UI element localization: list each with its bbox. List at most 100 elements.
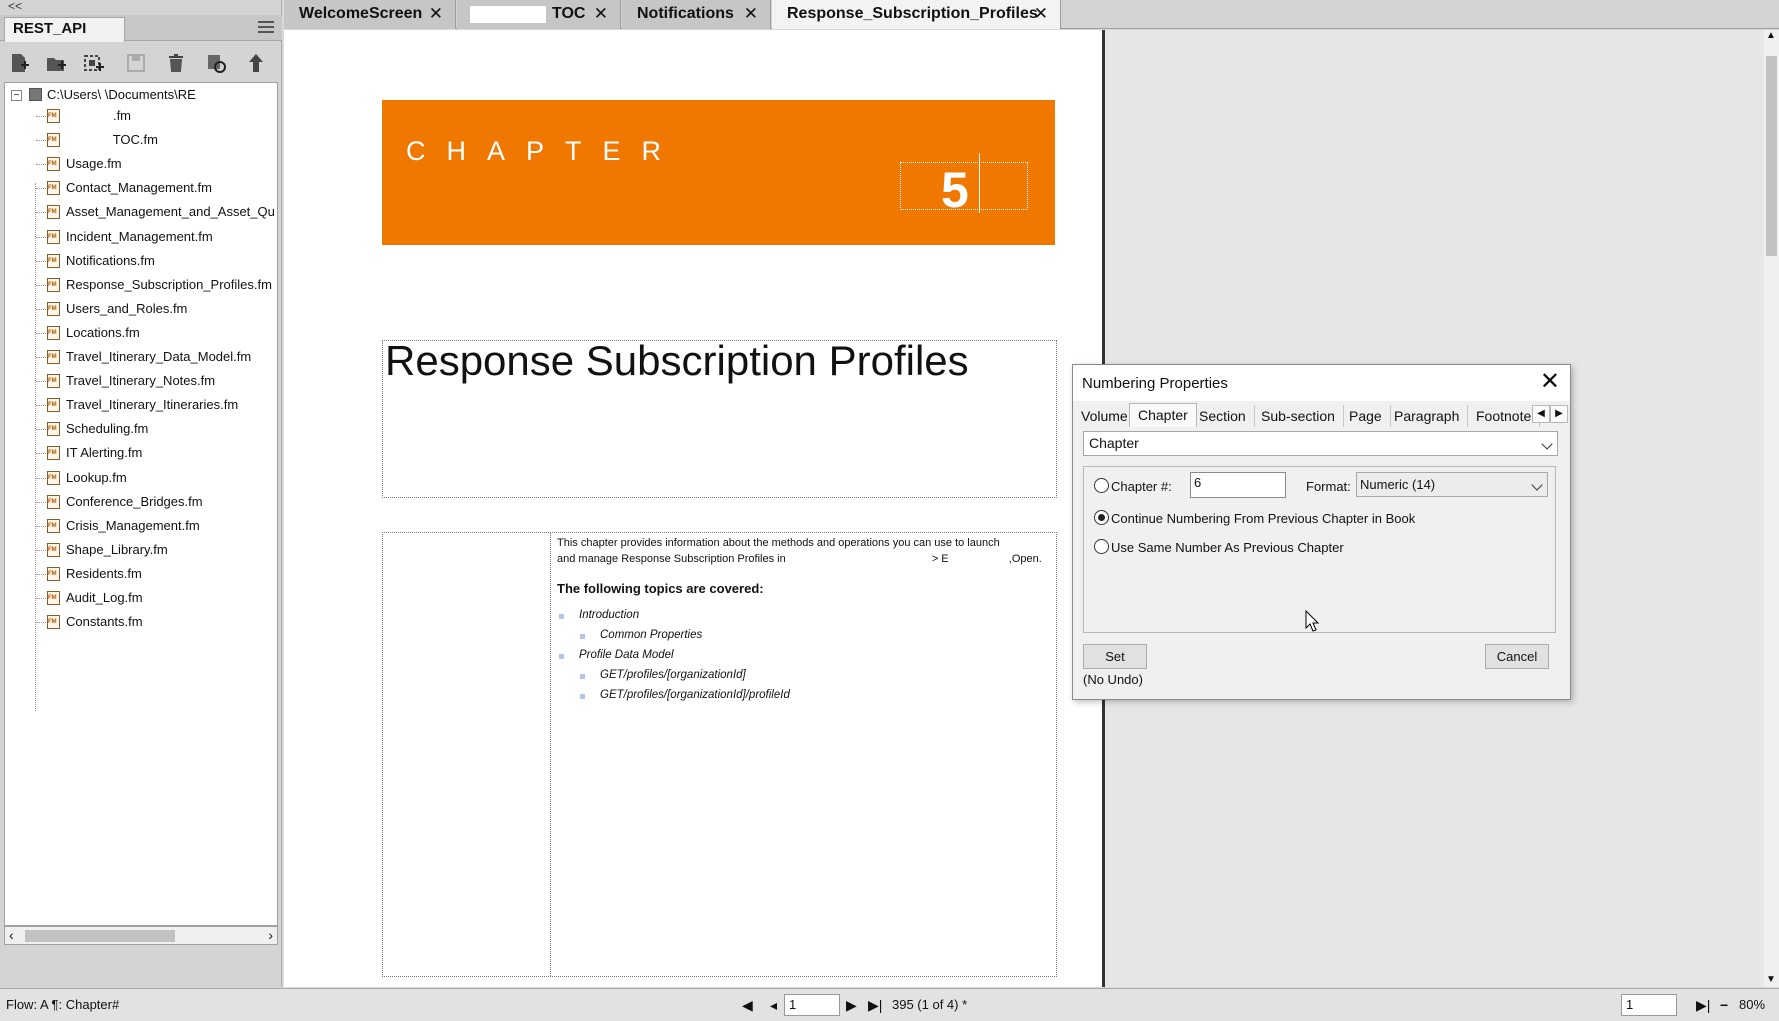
radio-chapter-number[interactable] xyxy=(1094,478,1109,493)
fm-file-icon xyxy=(47,470,60,485)
zoom-level[interactable]: 80% xyxy=(1739,997,1765,1012)
tab-volume[interactable]: Volume xyxy=(1073,405,1137,427)
tab-section[interactable]: Section xyxy=(1191,405,1255,427)
chapter-options-group: Chapter #: 6 Format: Numeric (14) Contin… xyxy=(1083,466,1556,633)
tab-sub-section[interactable]: Sub-section xyxy=(1253,405,1344,427)
book-icon xyxy=(29,88,42,101)
save-icon[interactable] xyxy=(123,50,149,76)
tree-item[interactable]: Residents.fm xyxy=(5,563,277,585)
tree-item[interactable]: Travel_Itinerary_Data_Model.fm xyxy=(5,346,277,368)
tree-item[interactable]: Response_Subscription_Profiles.fm xyxy=(5,274,277,296)
chapter-banner: CHAPTER 5 xyxy=(382,100,1055,245)
document-page[interactable]: CHAPTER 5 Response Subscription Profiles… xyxy=(284,30,1105,987)
tree-item[interactable]: Travel_Itinerary_Itineraries.fm xyxy=(5,394,277,416)
previous-page-icon[interactable]: ◂ xyxy=(770,997,777,1014)
chapter-number-frame[interactable]: 5 xyxy=(900,153,1028,215)
tree-item-label: Usage.fm xyxy=(66,156,122,172)
tree-item[interactable]: IT Alerting.fm xyxy=(5,442,277,464)
close-icon[interactable]: ✕ xyxy=(1540,369,1560,395)
zoom-page-input[interactable]: 1 xyxy=(1621,994,1677,1016)
update-book-icon[interactable] xyxy=(203,50,229,76)
move-up-icon[interactable] xyxy=(243,50,269,76)
tree-item[interactable]: Conference_Bridges.fm xyxy=(5,491,277,513)
tree-item[interactable]: Lookup.fm xyxy=(5,467,277,489)
tree-item[interactable]: Usage.fm xyxy=(5,153,277,175)
tree-item[interactable]: Shape_Library.fm xyxy=(5,539,277,561)
scroll-down-icon[interactable]: ▼ xyxy=(1766,974,1776,985)
cancel-button[interactable]: Cancel xyxy=(1485,644,1549,669)
first-page-icon[interactable]: ◀​ xyxy=(742,997,753,1014)
scroll-up-icon[interactable]: ▲ xyxy=(1766,30,1776,41)
fit-page-icon[interactable]: ▶| xyxy=(1696,997,1710,1014)
tree-item-label: Travel_Itinerary_Data_Model.fm xyxy=(66,349,252,364)
scroll-thumb[interactable] xyxy=(1766,56,1777,256)
tree-item[interactable]: Notifications.fm xyxy=(5,250,277,272)
close-icon[interactable]: ✕ xyxy=(429,0,443,28)
next-page-icon[interactable]: ▶ xyxy=(846,997,857,1014)
delete-icon[interactable] xyxy=(163,50,189,76)
tree-item-label: Conference_Bridges.fm xyxy=(66,493,203,509)
tab-page[interactable]: Page xyxy=(1341,405,1391,427)
tree-item[interactable]: Incident_Management.fm xyxy=(5,226,277,248)
tree-item-label: Notifications.fm xyxy=(66,252,155,268)
tree-item[interactable]: Users_and_Roles.fm xyxy=(5,298,277,320)
close-icon[interactable]: ✕ xyxy=(744,0,758,28)
tab-welcome-screen[interactable]: WelcomeScreen ✕ xyxy=(284,0,456,29)
collapse-panel-button[interactable]: << xyxy=(8,0,22,14)
scroll-right-icon[interactable]: › xyxy=(268,927,273,943)
vertical-scrollbar[interactable]: ▲ ▼ xyxy=(1764,30,1779,987)
tree-item[interactable]: Audit_Log.fm xyxy=(5,587,277,609)
tab-label: Response_Subscription_Profiles xyxy=(787,5,1038,22)
add-group-icon[interactable] xyxy=(80,50,106,76)
format-select[interactable]: Numeric (14) xyxy=(1356,472,1548,497)
tab-scroll-right-icon[interactable]: ▶ xyxy=(1550,405,1568,423)
tab-notifications[interactable]: Notifications ✕ xyxy=(622,0,771,29)
tab-footnote[interactable]: Footnote xyxy=(1468,405,1541,427)
collapse-node-icon[interactable]: − xyxy=(11,90,22,101)
body-frame[interactable]: This chapter provides information about … xyxy=(382,532,1057,977)
tree-item-label: Lookup.fm xyxy=(66,469,127,485)
close-icon[interactable]: ✕ xyxy=(1034,0,1048,28)
tab-paragraph[interactable]: Paragraph xyxy=(1386,405,1469,427)
tree-item[interactable]: Locations.fm xyxy=(5,322,277,344)
scroll-thumb[interactable] xyxy=(25,930,175,942)
panel-menu-icon[interactable] xyxy=(258,21,274,35)
tree-item[interactable]: .fm xyxy=(5,105,277,127)
document-tabbar: WelcomeScreen ✕ TOC ✕ Notifications ✕ Re… xyxy=(284,0,1779,29)
tab-response-subscription-profiles[interactable]: Response_Subscription_Profiles ✕ xyxy=(772,0,1061,29)
tree-item[interactable]: Contact_Management.fm xyxy=(5,177,277,199)
fm-file-icon xyxy=(47,518,60,533)
tree-item[interactable]: Crisis_Management.fm xyxy=(5,515,277,537)
zoom-out-icon[interactable]: − xyxy=(1720,997,1728,1013)
chevron-down-icon xyxy=(1541,438,1553,450)
tree-item[interactable]: Constants.fm xyxy=(5,611,277,633)
horizontal-scrollbar[interactable]: ‹ › xyxy=(4,926,278,945)
page-number-input[interactable]: 1 xyxy=(784,994,840,1016)
tab-scroll-left-icon[interactable]: ◀ xyxy=(1532,405,1550,423)
tree-item-label: .fm xyxy=(66,108,132,123)
topic-item: Profile Data Model xyxy=(559,649,674,661)
fm-file-icon xyxy=(47,374,60,389)
tree-item[interactable]: Asset_Management_and_Asset_Qu xyxy=(5,201,277,223)
tab-toc[interactable]: TOC ✕ xyxy=(457,0,621,29)
tree-item[interactable]: Scheduling.fm xyxy=(5,418,277,440)
chapter-number-input[interactable]: 6 xyxy=(1190,472,1286,498)
scroll-left-icon[interactable]: ‹ xyxy=(9,927,14,943)
close-icon[interactable]: ✕ xyxy=(594,0,608,28)
tree-item[interactable]: TOC.fm xyxy=(5,129,277,151)
topic-item: Common Properties xyxy=(579,629,703,641)
last-page-icon[interactable]: ▶| xyxy=(868,997,882,1014)
tree-item[interactable]: Travel_Itinerary_Notes.fm xyxy=(5,370,277,392)
numbering-component-select[interactable]: Chapter xyxy=(1083,431,1558,456)
radio-same-number[interactable] xyxy=(1094,539,1109,554)
book-tab[interactable]: REST_API xyxy=(4,17,125,42)
add-file-icon[interactable] xyxy=(6,50,32,76)
radio-continue-numbering[interactable] xyxy=(1094,510,1109,525)
tab-chapter[interactable]: Chapter xyxy=(1129,403,1197,427)
dialog-tabs: Volume Chapter Section Sub-section Page … xyxy=(1073,401,1570,427)
dialog-titlebar[interactable]: Numbering Properties ✕ xyxy=(1073,365,1570,401)
set-button[interactable]: Set xyxy=(1083,644,1147,669)
tree-item-label: Travel_Itinerary_Itineraries.fm xyxy=(66,397,239,413)
title-frame[interactable]: Response Subscription Profiles xyxy=(382,337,1057,498)
add-folder-icon[interactable] xyxy=(43,50,69,76)
